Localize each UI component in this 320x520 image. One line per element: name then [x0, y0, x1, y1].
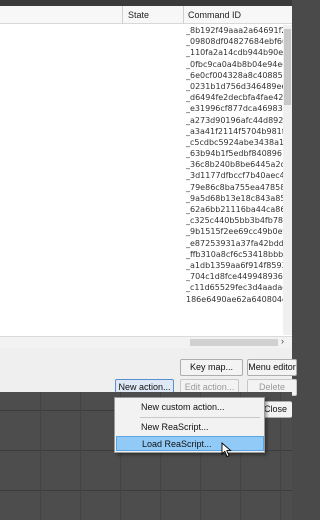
- command-id-cell: _a1db1359aa6f914f85932b: [186, 260, 292, 270]
- table-row[interactable]: _c5cdbc5924abe3438a1e70: [0, 137, 292, 148]
- table-row[interactable]: _0231b1d756d346489eeb0f: [0, 81, 292, 92]
- table-row[interactable]: _d6494fe2decbfa4fae42ed3: [0, 92, 292, 103]
- table-row[interactable]: _9b1515f2ee69cc49b0efb3: [0, 226, 292, 237]
- table-row[interactable]: _0fbc9ca0a4b8b04e94eeda: [0, 59, 292, 70]
- menu-separator: [140, 417, 260, 418]
- table-body: _8b192f49aaa2a64691f26bcb _09808df0482768…: [0, 25, 292, 305]
- menu-editor-button[interactable]: Menu editor: [247, 359, 297, 376]
- table-row[interactable]: _c11d65529fec3d4aadaed3: [0, 282, 292, 293]
- vertical-scroll-thumb[interactable]: [284, 29, 291, 105]
- horizontal-scrollbar[interactable]: ›: [0, 336, 292, 348]
- vertical-scrollbar[interactable]: [283, 25, 292, 335]
- grid-line: [80, 392, 81, 520]
- table-row[interactable]: _6e0cf004328a8c40885c8f: [0, 70, 292, 81]
- command-id-cell: 186e6490ae62a640804e4a: [186, 294, 292, 304]
- command-id-cell: _0fbc9ca0a4b8b04e94eeda: [186, 59, 292, 69]
- command-id-cell: _9a5d68b13e18c843a85920: [186, 193, 292, 203]
- grid-line: [40, 392, 41, 520]
- menu-item-new-custom-action[interactable]: New custom action...: [116, 400, 264, 415]
- command-id-cell: _6e0cf004328a8c40885c8f: [186, 70, 292, 80]
- table-row[interactable]: _3d1177dfbccf7b40aec4e17: [0, 170, 292, 181]
- column-header-command-id[interactable]: Command ID: [188, 10, 241, 20]
- table-row[interactable]: _09808df04827684ebf661f: [0, 36, 292, 47]
- command-id-cell: _36c8b240b8be6445a2de50: [186, 160, 292, 170]
- command-id-cell: _63b94b1f5edbf8408961f3: [186, 149, 292, 159]
- table-row[interactable]: _a273d90196afc44d892649: [0, 115, 292, 126]
- column-separator[interactable]: [122, 6, 123, 24]
- mouse-cursor-icon: [221, 442, 232, 458]
- table-row[interactable]: _9a5d68b13e18c843a85920: [0, 193, 292, 204]
- menu-item-load-reascript[interactable]: Load ReaScript...: [116, 436, 264, 451]
- command-id-cell: _79e86c8ba755ea47858dc7: [186, 182, 292, 192]
- table-header: State Command ID: [0, 6, 292, 24]
- column-separator[interactable]: [183, 6, 184, 24]
- command-id-cell: _a273d90196afc44d892649: [186, 115, 292, 125]
- track-divider: [0, 490, 292, 491]
- command-id-cell: _0231b1d756d346489eeb0f: [186, 81, 292, 91]
- table-row[interactable]: _63b94b1f5edbf8408961f3: [0, 148, 292, 159]
- command-id-cell: _110fa2a14cdb944b90e7b4: [186, 48, 292, 58]
- table-row[interactable]: _8b192f49aaa2a64691f26bcb: [0, 25, 292, 36]
- table-row[interactable]: _e31996cf877dca469834a3: [0, 103, 292, 114]
- command-id-cell: _e87253931a37fa42bdd3e3: [186, 238, 292, 248]
- new-action-dropdown-menu: New custom action... New ReaScript... Lo…: [114, 397, 265, 453]
- table-row[interactable]: _110fa2a14cdb944b90e7b4: [0, 47, 292, 58]
- menu-item-new-reascript[interactable]: New ReaScript...: [116, 420, 264, 435]
- command-id-cell: _9b1515f2ee69cc49b0efb3: [186, 227, 292, 237]
- table-row[interactable]: _c325c440b5bb3b4fb78548: [0, 215, 292, 226]
- command-id-cell: _ffb310a8cf6c53418bbbed1: [186, 249, 292, 259]
- command-id-cell: _3d1177dfbccf7b40aec4e17: [186, 171, 292, 181]
- actions-dialog: State Command ID _8b192f49aaa2a64691f26b…: [0, 6, 297, 396]
- command-id-cell: _e31996cf877dca469834a3: [186, 104, 292, 114]
- command-id-cell: _8b192f49aaa2a64691f26bcb: [186, 26, 292, 35]
- command-id-cell: _a3a41f2114f5704b981f496: [186, 126, 292, 136]
- table-row[interactable]: _a3a41f2114f5704b981f496: [0, 126, 292, 137]
- command-id-cell: _62a6bb21116ba44ca863d9: [186, 205, 292, 214]
- command-id-cell: _d6494fe2decbfa4fae42ed3: [186, 93, 292, 103]
- command-id-cell: _c5cdbc5924abe3438a1e70: [186, 137, 292, 147]
- table-row[interactable]: _62a6bb21116ba44ca863d9: [0, 204, 292, 215]
- table-row[interactable]: _704c1d8fce449948936b6: [0, 271, 292, 282]
- scroll-right-arrow-icon[interactable]: ›: [281, 336, 284, 346]
- column-header-state[interactable]: State: [128, 10, 149, 20]
- command-id-cell: _704c1d8fce449948936b6: [186, 272, 292, 282]
- actions-table: State Command ID _8b192f49aaa2a64691f26b…: [0, 6, 292, 348]
- command-id-cell: _c325c440b5bb3b4fb78548: [186, 216, 292, 226]
- table-row[interactable]: _e87253931a37fa42bdd3e3: [0, 238, 292, 249]
- table-row[interactable]: _79e86c8ba755ea47858dc7: [0, 182, 292, 193]
- horizontal-scroll-thumb[interactable]: [190, 339, 278, 346]
- table-row[interactable]: 186e6490ae62a640804e4a: [0, 294, 292, 305]
- table-row[interactable]: _ffb310a8cf6c53418bbbed1: [0, 249, 292, 260]
- table-row[interactable]: _a1db1359aa6f914f85932b: [0, 260, 292, 271]
- key-map-button[interactable]: Key map...: [180, 359, 243, 376]
- command-id-cell: _09808df04827684ebf661f: [186, 37, 292, 47]
- table-row[interactable]: _36c8b240b8be6445a2de50: [0, 159, 292, 170]
- command-id-cell: _c11d65529fec3d4aadaed3: [186, 283, 292, 293]
